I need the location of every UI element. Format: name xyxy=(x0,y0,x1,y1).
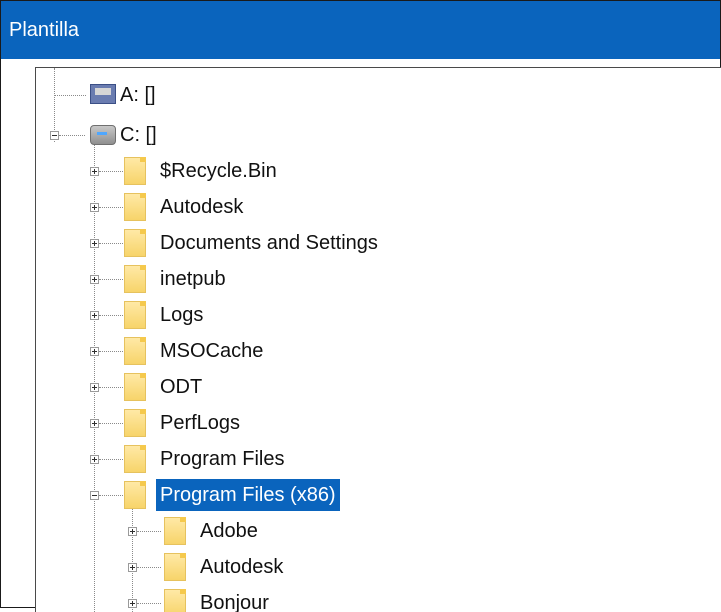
folder-icon xyxy=(164,589,186,612)
expand-icon[interactable] xyxy=(90,455,99,464)
expand-icon[interactable] xyxy=(90,239,99,248)
folder-icon xyxy=(124,265,146,293)
tree-item-label: Logs xyxy=(160,304,204,326)
expand-icon[interactable] xyxy=(90,419,99,428)
folder-icon xyxy=(124,445,146,473)
folder-icon xyxy=(124,409,146,437)
expand-icon[interactable] xyxy=(90,383,99,392)
tree-item-label: MSOCache xyxy=(160,340,264,362)
dialog-window: Plantilla A: [] C: [] $Recycle.Bin Autod… xyxy=(0,0,721,612)
tree-item-folder[interactable]: Logs xyxy=(36,298,716,332)
tree-item-folder[interactable]: MSOCache xyxy=(36,334,716,368)
floppy-drive-icon xyxy=(90,84,116,104)
tree-item-folder[interactable]: ODT xyxy=(36,370,716,404)
tree-item-folder[interactable]: Documents and Settings xyxy=(36,226,716,260)
tree-item-folder[interactable]: Autodesk xyxy=(36,190,716,224)
expand-icon[interactable] xyxy=(90,311,99,320)
tree-item-label: PerfLogs xyxy=(160,412,241,434)
tree-item-folder[interactable]: Autodesk xyxy=(36,550,716,584)
tree-item-label: $Recycle.Bin xyxy=(160,160,277,182)
tree-item-drive-c[interactable]: C: [] xyxy=(36,118,716,152)
tree-item-folder[interactable]: Bonjour xyxy=(36,586,716,612)
window-title: Plantilla xyxy=(9,19,80,41)
folder-icon xyxy=(124,301,146,329)
expand-icon[interactable] xyxy=(128,599,137,608)
tree-item-folder[interactable]: $Recycle.Bin xyxy=(36,154,716,188)
expand-icon[interactable] xyxy=(90,347,99,356)
expand-icon[interactable] xyxy=(90,167,99,176)
folder-icon xyxy=(124,481,146,509)
folder-icon xyxy=(164,553,186,581)
tree-item-folder[interactable]: PerfLogs xyxy=(36,406,716,440)
tree-item-folder-selected[interactable]: Program Files (x86) xyxy=(36,478,716,512)
folder-icon xyxy=(124,337,146,365)
tree-item-label: Autodesk xyxy=(160,196,244,218)
tree-item-label: C: [] xyxy=(120,124,157,146)
tree-item-label: Program Files xyxy=(160,448,285,470)
tree-item-label: A: [] xyxy=(120,84,156,106)
expand-icon[interactable] xyxy=(90,275,99,284)
folder-icon xyxy=(124,193,146,221)
hard-drive-icon xyxy=(90,125,116,145)
tree-item-label: inetpub xyxy=(160,268,226,290)
folder-icon xyxy=(124,157,146,185)
collapse-icon[interactable] xyxy=(50,131,59,140)
tree-item-folder[interactable]: Program Files xyxy=(36,442,716,476)
tree-item-label: Program Files (x86) xyxy=(156,479,340,511)
folder-icon xyxy=(164,517,186,545)
folder-tree[interactable]: A: [] C: [] $Recycle.Bin Autodesk Docume… xyxy=(35,67,721,612)
tree-item-label: ODT xyxy=(160,376,203,398)
expand-icon[interactable] xyxy=(128,563,137,572)
tree-item-drive-a[interactable]: A: [] xyxy=(36,78,716,112)
dialog-client-area: A: [] C: [] $Recycle.Bin Autodesk Docume… xyxy=(1,59,721,612)
tree-item-label: Bonjour xyxy=(200,592,269,612)
tree-item-folder[interactable]: inetpub xyxy=(36,262,716,296)
tree-item-label: Autodesk xyxy=(200,556,284,578)
folder-icon xyxy=(124,373,146,401)
tree-item-label: Documents and Settings xyxy=(160,232,378,254)
title-bar[interactable]: Plantilla xyxy=(1,1,720,59)
tree-item-folder[interactable]: Adobe xyxy=(36,514,716,548)
collapse-icon[interactable] xyxy=(90,491,99,500)
expand-icon[interactable] xyxy=(90,203,99,212)
tree-item-label: Adobe xyxy=(200,520,258,542)
folder-icon xyxy=(124,229,146,257)
expand-icon[interactable] xyxy=(128,527,137,536)
